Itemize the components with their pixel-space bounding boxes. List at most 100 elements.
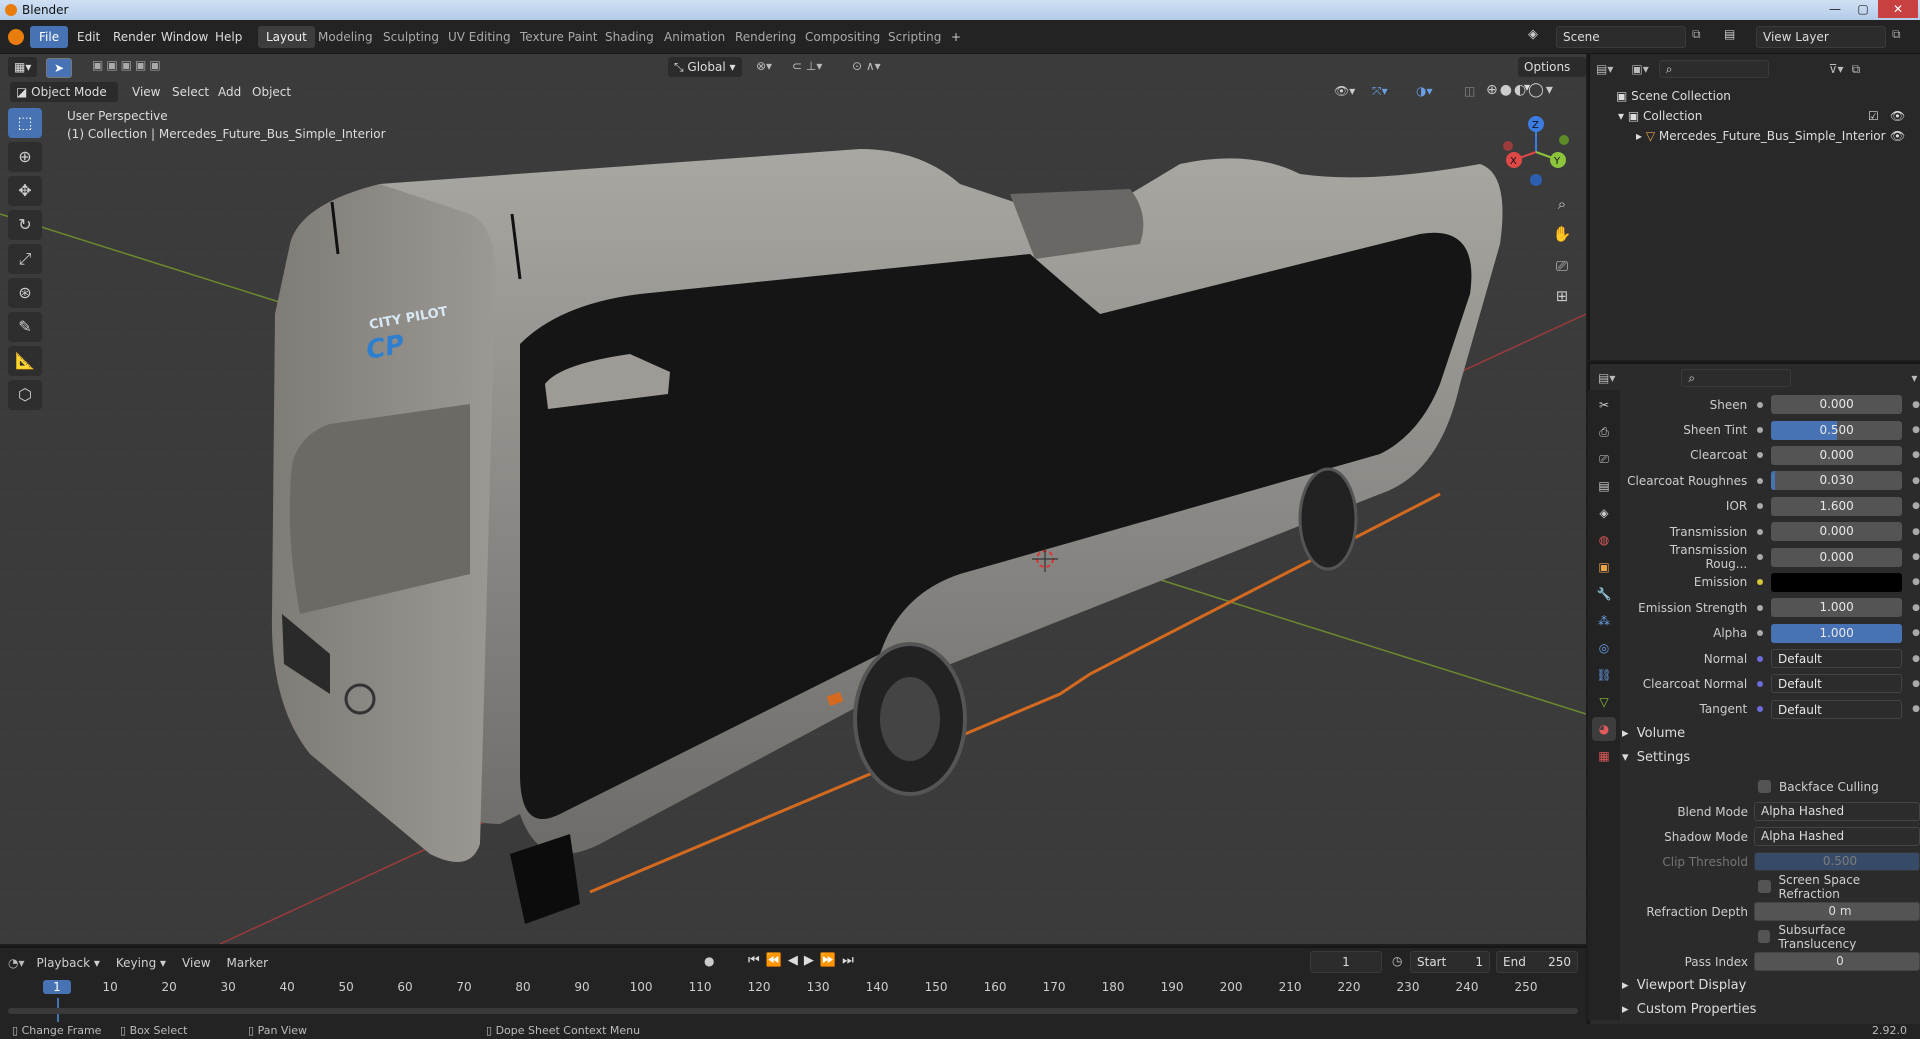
view-menu[interactable]: View [132, 85, 160, 99]
playback-menu[interactable]: Playback ▾ [37, 956, 100, 970]
keyframe-dot-icon[interactable]: ● [1912, 450, 1920, 460]
view-layer-icon[interactable]: ▤ [1724, 27, 1735, 41]
view-layer-field[interactable]: View Layer [1756, 26, 1886, 48]
pan-hand-icon[interactable]: ✋ [1548, 220, 1576, 248]
keyframe-dot-icon[interactable]: ● [1912, 425, 1920, 435]
rotate-icon[interactable]: ↻ [8, 210, 42, 240]
prop-value-2[interactable]: 0.000 [1771, 445, 1903, 465]
tab-rendering[interactable]: Rendering [727, 26, 804, 48]
socket-dot-icon[interactable] [1757, 630, 1764, 637]
screen-space-refraction-checkbox[interactable]: Screen Space Refraction [1758, 873, 1920, 901]
prop-value-5[interactable]: 0.000 [1771, 522, 1903, 542]
object-tab-icon[interactable]: ▣ [1592, 555, 1616, 579]
frame-ruler[interactable]: 1 10 20 30 40 50 60 70 80 90 100 110 120 130 140 150 160… [0, 978, 1586, 1022]
minimize-button[interactable]: — [1822, 0, 1848, 18]
start-frame-field[interactable]: Start 1 [1410, 951, 1490, 973]
camera-icon[interactable]: ⎚ [1548, 252, 1576, 280]
tab-animation[interactable]: Animation [656, 26, 733, 48]
timer-icon[interactable]: ◷ [1392, 954, 1402, 968]
new-scene-icon[interactable]: ⧉ [1692, 27, 1701, 42]
selection-mode-icons[interactable]: ▣▣▣▣▣ [92, 58, 164, 72]
view-layer-tab-icon[interactable]: ▤ [1592, 474, 1616, 498]
scene-name-field[interactable]: Scene [1556, 26, 1686, 48]
transform-icon[interactable]: ⊛ [8, 278, 42, 308]
maximize-button[interactable]: ▢ [1850, 0, 1876, 18]
scale-icon[interactable]: ⤢ [8, 244, 42, 274]
keyframe-dot-icon[interactable]: ● [1912, 628, 1920, 638]
particles-tab-icon[interactable]: ⁂ [1592, 609, 1616, 633]
socket-dot-icon[interactable] [1757, 503, 1764, 510]
keyframe-dot-icon[interactable]: ● [1912, 527, 1920, 537]
pivot-icon[interactable]: ⊗▾ [756, 59, 772, 73]
socket-dot-icon[interactable] [1757, 477, 1764, 484]
menu-help[interactable]: Help [206, 26, 251, 48]
socket-dot-icon[interactable] [1757, 680, 1764, 687]
keyframe-dot-icon[interactable]: ● [1912, 476, 1920, 486]
prop-value-12[interactable]: Default [1771, 699, 1903, 719]
collection-checkbox-icon[interactable]: ☑ [1868, 106, 1879, 126]
socket-dot-icon[interactable] [1757, 452, 1764, 459]
outliner-search-input[interactable]: ⌕ [1658, 60, 1769, 78]
add-cube-icon[interactable]: ⬡ [8, 380, 42, 410]
keyframe-dot-icon[interactable]: ● [1912, 654, 1920, 664]
tab-uv-editing[interactable]: UV Editing [440, 26, 519, 48]
socket-dot-icon[interactable] [1757, 579, 1764, 586]
object-eye-icon[interactable]: 👁 [1890, 126, 1905, 146]
3d-viewport[interactable]: CITY PILOT CP User Perspective (1) Colle… [0, 54, 1586, 944]
prop-value-11[interactable]: Default [1771, 674, 1903, 694]
modifier-tab-icon[interactable]: 🔧 [1592, 582, 1616, 606]
shading-mode-icons[interactable]: ⊕●◐◯▾ [1486, 82, 1555, 98]
properties-search-input[interactable]: ⌕ [1681, 369, 1792, 387]
end-frame-field[interactable]: End 250 [1496, 951, 1578, 973]
pass-index-field[interactable]: 0 [1754, 952, 1920, 972]
backface-culling-checkbox-box[interactable] [1758, 780, 1771, 794]
orientation-dropdown[interactable]: ⤡ Global ▾ [668, 57, 742, 77]
select-menu[interactable]: Select [172, 85, 209, 99]
texture-tab-icon[interactable]: ▦ [1592, 744, 1616, 768]
socket-dot-icon[interactable] [1757, 655, 1764, 662]
proportional-edit-icon[interactable]: ⊙ ∧▾ [852, 59, 881, 73]
settings-section[interactable]: ▾ Settings [1622, 746, 1920, 770]
subsurface-translucency-checkbox[interactable]: Subsurface Translucency [1758, 923, 1920, 951]
measure-icon[interactable]: 📐 [8, 346, 42, 376]
tab-layout[interactable]: Layout [258, 26, 315, 48]
snap-icon[interactable]: ⊂ ⊥▾ [792, 59, 822, 73]
clip-threshold-field[interactable]: 0.500 [1754, 852, 1920, 872]
timeline-scrollbar[interactable] [8, 1008, 1578, 1014]
socket-dot-icon[interactable] [1757, 401, 1764, 408]
world-tab-icon[interactable]: ◍ [1592, 528, 1616, 552]
editor-type-icon[interactable]: ▦▾ [8, 57, 38, 77]
filter-view-icon[interactable]: ▣▾ [1631, 62, 1648, 76]
add-menu[interactable]: Add [218, 85, 241, 99]
new-view-layer-icon[interactable]: ⧉ [1892, 27, 1901, 42]
render-tab-icon[interactable]: ⎙ [1592, 420, 1616, 444]
annotate-icon[interactable]: ✎ [8, 312, 42, 342]
prop-value-8[interactable]: 1.000 [1771, 598, 1903, 618]
keyframe-dot-icon[interactable]: ● [1912, 603, 1920, 613]
prop-value-4[interactable]: 1.600 [1771, 496, 1903, 516]
scene-tab-icon[interactable]: ◈ [1592, 501, 1616, 525]
display-mode-icon[interactable]: ▤▾ [1596, 62, 1613, 76]
object-menu[interactable]: Object [252, 85, 291, 99]
close-button[interactable]: ✕ [1878, 0, 1918, 18]
emission-color-swatch[interactable] [1771, 572, 1903, 592]
keyframe-dot-icon[interactable]: ● [1912, 679, 1920, 689]
constraints-tab-icon[interactable]: ⛓ [1592, 663, 1616, 687]
options-dropdown[interactable]: Options ▾ [1518, 57, 1586, 94]
scene-icon[interactable]: ◈ [1528, 27, 1538, 42]
keyframe-dot-icon[interactable]: ● [1912, 552, 1920, 562]
zoom-icon[interactable]: ⌕ [1548, 190, 1576, 218]
menu-file[interactable]: File [30, 26, 69, 48]
move-icon[interactable]: ✥ [8, 176, 42, 206]
current-frame-field[interactable]: 1 [1310, 951, 1382, 973]
xray-icon[interactable]: ◫ [1464, 84, 1475, 98]
tool-tab-icon[interactable]: ✂ [1592, 393, 1616, 417]
keyframe-dot-icon[interactable]: ● [1912, 400, 1920, 410]
physics-tab-icon[interactable]: ◎ [1592, 636, 1616, 660]
properties-editor-icon[interactable]: ▤▾ [1598, 371, 1615, 385]
tab-texture-paint[interactable]: Texture Paint [512, 26, 605, 48]
screen-space-refraction-checkbox-box[interactable] [1758, 880, 1771, 894]
keyframe-dot-icon[interactable]: ● [1912, 704, 1920, 714]
gizmo-icon[interactable]: ⤧▾ [1372, 84, 1388, 99]
tab-scripting[interactable]: Scripting [880, 26, 949, 48]
